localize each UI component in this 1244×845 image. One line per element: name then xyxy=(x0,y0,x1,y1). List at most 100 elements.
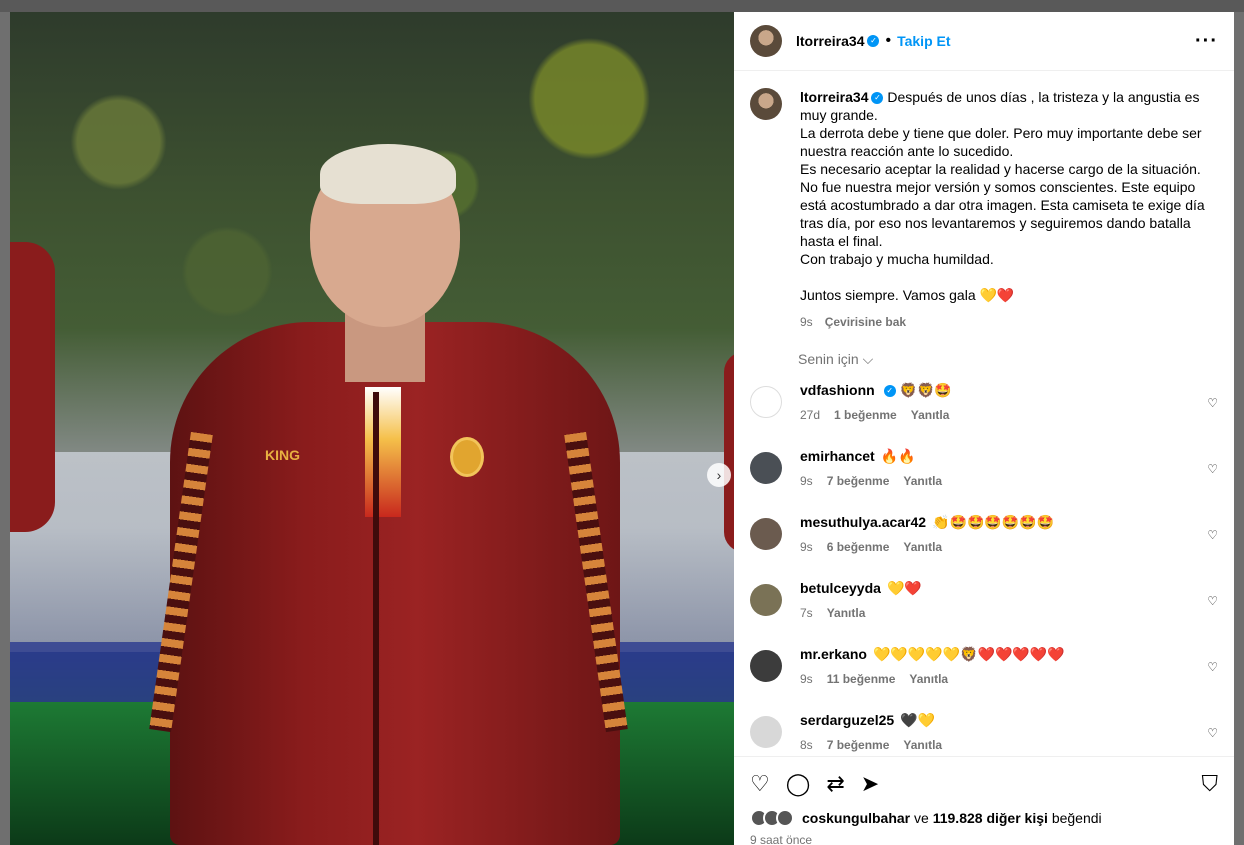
more-icon[interactable]: ··· xyxy=(1195,30,1218,53)
comment-time: 9s xyxy=(800,672,813,686)
caption-meta: 9s Çevirisine bak xyxy=(800,313,1218,331)
verified-icon: ✓ xyxy=(883,385,896,398)
bookmark-icon[interactable]: ⛉ xyxy=(1201,771,1218,797)
comment-text: 💛💛💛💛💛🦁❤️❤️❤️❤️❤️ xyxy=(872,646,1065,662)
heart-icon[interactable]: ♡ xyxy=(750,771,770,797)
verified-icon: ✓ xyxy=(871,92,884,105)
liker-avatars xyxy=(750,809,794,827)
comment-avatar[interactable] xyxy=(750,716,782,748)
club-crest xyxy=(450,437,484,477)
caption: ltorreira34 ✓ Después de unos días , la t… xyxy=(734,72,1234,331)
owner-avatar[interactable] xyxy=(750,25,782,57)
caption-text: ltorreira34 ✓ Después de unos días , la t… xyxy=(800,88,1218,331)
post-footer: ♡ ◯ ⇄ ➤ ⛉ coskungulbahar ve 119.828 diğe… xyxy=(734,756,1234,845)
follow-button[interactable]: Takip Et xyxy=(897,33,950,49)
comment-username[interactable]: betulceyyda xyxy=(800,580,881,596)
chevron-right-icon: › xyxy=(716,467,722,483)
zip xyxy=(373,392,379,845)
liker-avatar xyxy=(776,809,794,827)
teammate-left xyxy=(10,242,55,532)
comment-item: mesuthulya.acar42 👏🤩🤩🤩🤩🤩🤩 9s 6 beğenme Yanı… xyxy=(734,514,1234,580)
post-image: KING › xyxy=(10,12,734,845)
comment-item: emirhancet 🔥🔥 9s 7 beğenme Yanıtla ♡ xyxy=(734,448,1234,514)
caption-time: 9s xyxy=(800,315,813,329)
comments-scroll-area[interactable]: ltorreira34 ✓ Después de unos días , la t… xyxy=(734,72,1234,756)
comment-time: 7s xyxy=(800,606,813,620)
comment-username[interactable]: serdarguzel25 xyxy=(800,712,894,728)
comment-avatar[interactable] xyxy=(750,452,782,484)
comment-username[interactable]: mesuthulya.acar42 xyxy=(800,514,926,530)
comment-avatar[interactable] xyxy=(750,584,782,616)
caption-closing: Juntos siempre. Vamos gala 💛❤️ xyxy=(800,287,1015,303)
comment-likes[interactable]: 7 beğenme xyxy=(827,474,890,488)
comment-username[interactable]: vdfashionn xyxy=(800,382,875,398)
translate-link[interactable]: Çevirisine bak xyxy=(825,313,906,331)
caption-line: No fue nuestra mejor versión y somos con… xyxy=(800,179,1205,249)
comment-username[interactable]: emirhancet xyxy=(800,448,875,464)
likes-suffix: beğendi xyxy=(1051,810,1102,826)
likes-conjunction: ve xyxy=(914,810,929,826)
post-side-panel: ltorreira34 ✓ • Takip Et ··· ltorreira34… xyxy=(734,12,1234,845)
sponsor-logo: KING xyxy=(265,447,300,463)
post-header: ltorreira34 ✓ • Takip Et ··· xyxy=(734,12,1234,71)
reply-button[interactable]: Yanıtla xyxy=(903,738,942,752)
comment-filter[interactable]: Senin için ⌵ xyxy=(734,331,1234,368)
comment-icon[interactable]: ◯ xyxy=(786,771,811,797)
comment-time: 9s xyxy=(800,540,813,554)
comment-heart-icon[interactable]: ♡ xyxy=(1207,594,1218,608)
comment-heart-icon[interactable]: ♡ xyxy=(1207,660,1218,674)
comment-avatar[interactable] xyxy=(750,518,782,550)
comment-item: serdarguzel25 🖤💛 8s 7 beğenme Yanıtla ♡ xyxy=(734,712,1234,756)
reply-button[interactable]: Yanıtla xyxy=(911,408,950,422)
owner-username[interactable]: ltorreira34 xyxy=(796,33,864,49)
comment-text: 🖤💛 xyxy=(900,712,936,728)
comment-item: mr.erkano 💛💛💛💛💛🦁❤️❤️❤️❤️❤️ 9s 11 beğenme Ya… xyxy=(734,646,1234,712)
share-icon[interactable]: ➤ xyxy=(861,771,879,797)
comment-username[interactable]: mr.erkano xyxy=(800,646,867,662)
action-bar: ♡ ◯ ⇄ ➤ ⛉ xyxy=(734,757,1234,797)
reply-button[interactable]: Yanıtla xyxy=(827,606,866,620)
caption-avatar[interactable] xyxy=(750,88,782,120)
comment-time: 27d xyxy=(800,408,821,422)
likes-count[interactable]: 119.828 diğer kişi xyxy=(933,810,1048,826)
comment-heart-icon[interactable]: ♡ xyxy=(1207,462,1218,476)
verified-icon: ✓ xyxy=(867,35,880,47)
reply-button[interactable]: Yanıtla xyxy=(903,474,942,488)
backdrop xyxy=(0,0,1244,12)
comment-avatar[interactable] xyxy=(750,650,782,682)
post-time-ago: 9 saat önce xyxy=(750,833,813,845)
filter-label: Senin için xyxy=(798,351,859,367)
comment-text: 💛❤️ xyxy=(886,580,922,596)
comment-heart-icon[interactable]: ♡ xyxy=(1207,396,1218,410)
reply-button[interactable]: Yanıtla xyxy=(903,540,942,554)
comment-list: vdfashionn ✓ 🦁🦁🤩 27d 1 beğenme Yanıtla ♡ em… xyxy=(734,382,1234,756)
comment-text: 🦁🦁🤩 xyxy=(899,382,952,398)
comment-likes[interactable]: 7 beğenme xyxy=(827,738,890,752)
repost-icon[interactable]: ⇄ xyxy=(826,771,844,797)
reply-button[interactable]: Yanıtla xyxy=(909,672,948,686)
comment-likes[interactable]: 6 beğenme xyxy=(827,540,890,554)
comment-likes[interactable]: 1 beğenme xyxy=(834,408,897,422)
chevron-down-icon: ⌵ xyxy=(862,351,874,367)
comment-time: 9s xyxy=(800,474,813,488)
caption-username[interactable]: ltorreira34 xyxy=(800,89,868,105)
caption-line: Es necesario aceptar la realidad y hacer… xyxy=(800,161,1201,177)
hair xyxy=(320,144,456,204)
liker-username[interactable]: coskungulbahar xyxy=(802,810,910,826)
comment-item: vdfashionn ✓ 🦁🦁🤩 27d 1 beğenme Yanıtla ♡ xyxy=(734,382,1234,448)
comment-text: 🔥🔥 xyxy=(880,448,916,464)
caption-line: Con trabajo y mucha humildad. xyxy=(800,251,994,267)
comment-likes[interactable]: 11 beğenme xyxy=(827,672,896,686)
likes-summary: coskungulbahar ve 119.828 diğer kişi beğ… xyxy=(734,797,1234,827)
caption-line: La derrota debe y tiene que doler. Pero … xyxy=(800,125,1202,159)
comment-time: 8s xyxy=(800,738,813,752)
comment-avatar[interactable] xyxy=(750,386,782,418)
next-image-button[interactable]: › xyxy=(707,463,731,487)
separator-dot: • xyxy=(885,32,892,49)
comment-heart-icon[interactable]: ♡ xyxy=(1207,528,1218,542)
teammate-right xyxy=(724,352,734,552)
comment-heart-icon[interactable]: ♡ xyxy=(1207,726,1218,740)
undershirt xyxy=(365,387,401,517)
comment-text: 👏🤩🤩🤩🤩🤩🤩 xyxy=(932,514,1055,530)
comment-item: betulceyyda 💛❤️ 7s Yanıtla ♡ xyxy=(734,580,1234,646)
